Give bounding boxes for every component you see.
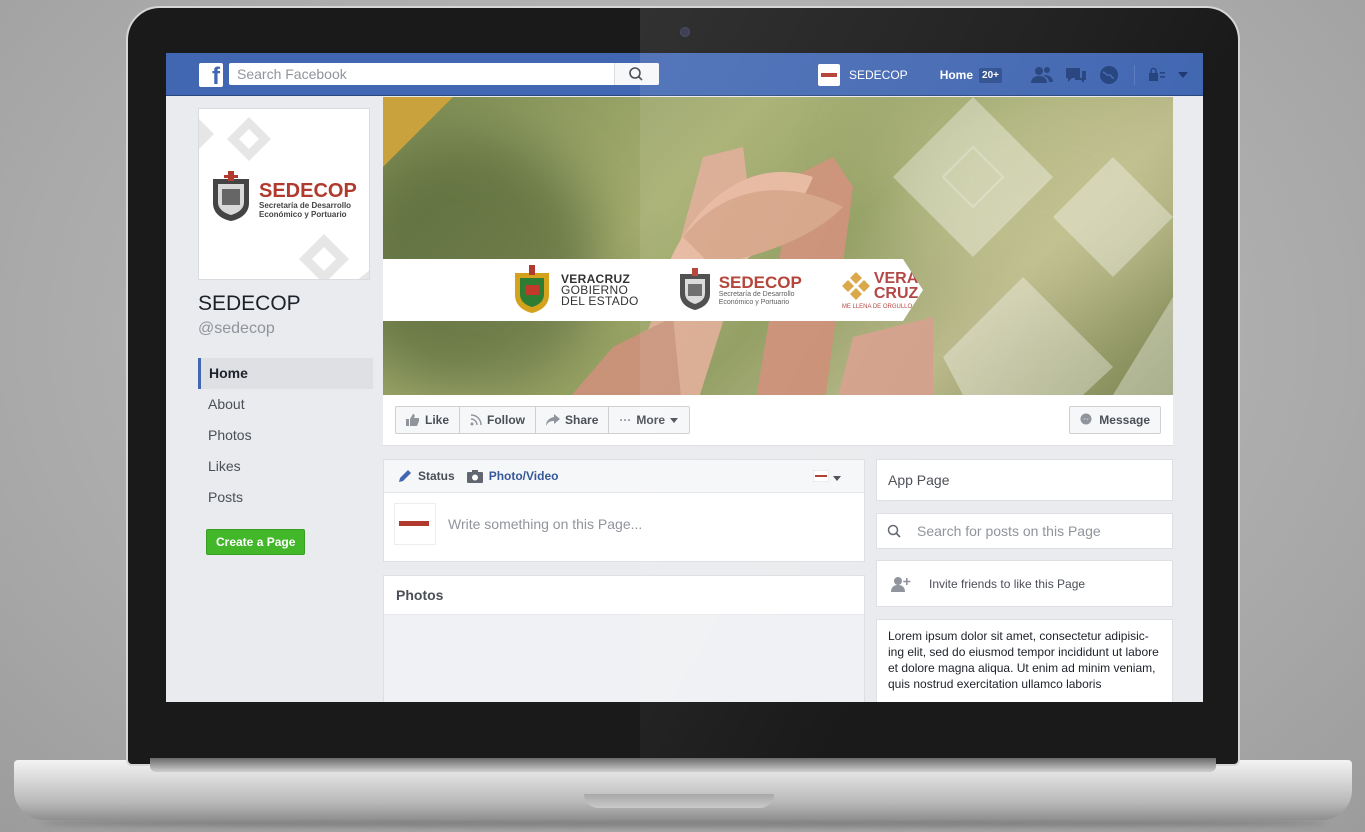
search-icon bbox=[887, 524, 901, 538]
rss-follow-icon bbox=[470, 414, 482, 426]
share-button[interactable]: Share bbox=[536, 407, 610, 433]
page-post-search bbox=[876, 513, 1173, 549]
knot-pattern-icon bbox=[841, 271, 870, 300]
sedecop-cover-logo: SEDECOP Secretaría de Desarrollo Económi… bbox=[677, 268, 802, 312]
photos-title[interactable]: Photos bbox=[384, 576, 864, 615]
laptop-notch bbox=[584, 794, 774, 808]
chevron-down-icon bbox=[833, 476, 841, 481]
about-text-card: Lorem ipsum dolor sit amet, consectetur … bbox=[876, 619, 1173, 702]
sidebar-item-home[interactable]: Home bbox=[198, 358, 373, 389]
veracruz-coat-of-arms-icon bbox=[515, 265, 549, 313]
page-shortcut-link[interactable]: SEDECOP bbox=[849, 68, 908, 82]
search-bar bbox=[229, 63, 659, 85]
page-nav: Home About Photos Likes Posts bbox=[198, 358, 373, 513]
search-button[interactable] bbox=[614, 63, 659, 85]
follow-button[interactable]: Follow bbox=[460, 407, 537, 433]
tab-status[interactable]: Status bbox=[398, 469, 455, 483]
vera-text: VERA bbox=[873, 269, 919, 287]
notifications-globe-icon[interactable] bbox=[1098, 64, 1120, 86]
state-crest-icon bbox=[213, 171, 249, 221]
like-button[interactable]: Like bbox=[396, 407, 461, 433]
browser-screen: f SEDECOP Home 20+ bbox=[166, 53, 1203, 702]
thumbs-up-icon bbox=[406, 414, 419, 426]
camera-photo-icon bbox=[466, 469, 483, 483]
topbar-divider bbox=[1134, 65, 1135, 85]
tab-photo-video[interactable]: Photo/Video bbox=[466, 469, 559, 483]
search-input[interactable] bbox=[229, 63, 625, 85]
sedecop-cover-subtitle: Secretaría de Desarrollo bbox=[718, 290, 795, 298]
facebook-logo-icon[interactable]: f bbox=[199, 63, 223, 89]
del-estado-text: DEL ESTADO bbox=[561, 293, 639, 308]
profile-logo-subtitle: Económico y Portuario bbox=[259, 210, 347, 219]
composer-tabs: Status Photo/Video bbox=[384, 460, 864, 493]
privacy-shortcuts-icon[interactable] bbox=[1147, 67, 1167, 83]
sedecop-cover-subtitle: Económico y Portuario bbox=[718, 298, 790, 306]
search-icon bbox=[629, 67, 643, 81]
veracruz-brand-logo: VERA CRUZ ME LLENA DE ORGULLO bbox=[841, 269, 919, 310]
page-action-bar: Like Follow Share ··· More Message bbox=[383, 395, 1173, 446]
joined-hands-image bbox=[571, 147, 933, 395]
veracruz-gov-logo: VERACRUZ GOBIERNO DEL ESTADO bbox=[511, 265, 639, 315]
state-crest-icon bbox=[679, 268, 710, 310]
action-button-group: Like Follow Share ··· More bbox=[395, 406, 691, 434]
photos-grid bbox=[384, 615, 864, 702]
profile-logo-subtitle: Secretaría de Desarrollo bbox=[259, 201, 352, 210]
sidebar-item-about[interactable]: About bbox=[198, 389, 373, 420]
posting-as-selector[interactable] bbox=[812, 469, 842, 485]
ellipsis-icon: ··· bbox=[619, 413, 632, 427]
friend-requests-icon[interactable] bbox=[1030, 65, 1054, 85]
composer-avatar bbox=[394, 503, 436, 545]
messenger-icon bbox=[1080, 413, 1092, 425]
sidebar-item-photos[interactable]: Photos bbox=[198, 420, 373, 451]
page-name[interactable]: SEDECOP bbox=[198, 292, 373, 316]
photo-tab-label: Photo/Video bbox=[488, 469, 559, 483]
topbar-right: SEDECOP Home 20+ bbox=[818, 63, 1189, 87]
facebook-topbar: f SEDECOP Home 20+ bbox=[166, 53, 1203, 96]
page-mini-avatar-icon bbox=[812, 469, 830, 483]
account-menu-chevron-icon[interactable] bbox=[1177, 70, 1189, 80]
follow-label: Follow bbox=[487, 413, 526, 427]
home-badge: 20+ bbox=[979, 67, 1002, 83]
create-page-button[interactable]: Create a Page bbox=[206, 529, 306, 555]
app-page-card[interactable]: App Page bbox=[876, 459, 1173, 501]
composer-body: Write something on this Page... bbox=[384, 493, 864, 555]
more-button[interactable]: ··· More bbox=[609, 407, 689, 433]
share-arrow-icon bbox=[546, 414, 561, 426]
camera-icon bbox=[680, 27, 690, 37]
pencil-icon bbox=[399, 470, 411, 482]
page-handle[interactable]: @sedecop bbox=[198, 320, 373, 338]
page-avatar[interactable] bbox=[818, 64, 840, 86]
like-label: Like bbox=[425, 413, 450, 427]
status-tab-label: Status bbox=[418, 469, 455, 483]
cruz-text: CRUZ bbox=[873, 284, 919, 302]
message-label: Message bbox=[1099, 413, 1150, 427]
page-search-input[interactable] bbox=[915, 522, 1159, 540]
more-label: More bbox=[636, 413, 666, 427]
messages-icon[interactable] bbox=[1064, 65, 1088, 85]
photos-card: Photos bbox=[383, 575, 865, 702]
profile-logo-title: SEDECOP bbox=[259, 180, 357, 202]
laptop-hinge bbox=[150, 758, 1216, 772]
sidebar-item-likes[interactable]: Likes bbox=[198, 451, 373, 482]
sedecop-cover-title: SEDECOP bbox=[718, 272, 802, 292]
add-friend-icon bbox=[891, 576, 911, 592]
home-link[interactable]: Home bbox=[940, 68, 973, 82]
page-sidebar: SEDECOP Secretaría de Desarrollo Económi… bbox=[198, 108, 373, 555]
invite-friends-card[interactable]: Invite friends to like this Page bbox=[876, 560, 1173, 607]
message-button[interactable]: Message bbox=[1068, 406, 1161, 434]
decorative-diamonds bbox=[893, 97, 1173, 395]
invite-label: Invite friends to like this Page bbox=[929, 576, 1086, 591]
vera-tagline: ME LLENA DE ORGULLO bbox=[841, 303, 913, 310]
about-text: Lorem ipsum dolor sit amet, consectetur … bbox=[888, 629, 1159, 691]
cover-photo[interactable]: VERACRUZ GOBIERNO DEL ESTADO SEDECOP Sec… bbox=[383, 97, 1173, 395]
sidebar-item-posts[interactable]: Posts bbox=[198, 482, 373, 513]
cover-gold-corner bbox=[383, 97, 453, 167]
cover-logo-band: VERACRUZ GOBIERNO DEL ESTADO SEDECOP Sec… bbox=[383, 259, 923, 321]
write-post-input[interactable]: Write something on this Page... bbox=[448, 516, 642, 532]
chevron-down-icon bbox=[670, 418, 679, 423]
share-label: Share bbox=[565, 413, 599, 427]
post-composer: Status Photo/Video Write something on th… bbox=[383, 459, 865, 562]
profile-picture[interactable]: SEDECOP Secretaría de Desarrollo Económi… bbox=[198, 108, 370, 280]
